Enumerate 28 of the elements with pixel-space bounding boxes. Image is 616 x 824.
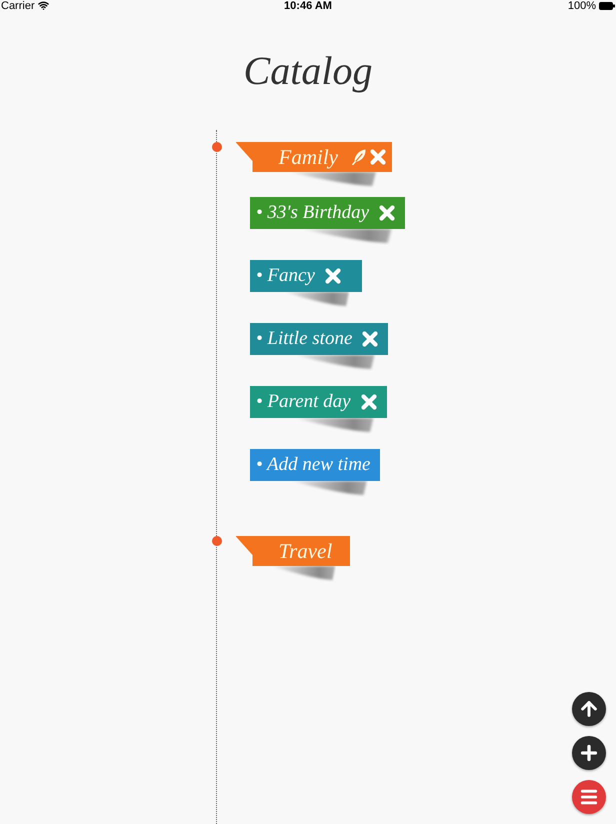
entry-tag[interactable]: • Little stone [250, 323, 388, 355]
tag-shadow [270, 566, 336, 582]
entry-tag[interactable]: • 33's Birthday [250, 197, 406, 229]
menu-button[interactable] [572, 780, 606, 814]
close-icon[interactable] [362, 331, 378, 347]
entry-tag[interactable]: • Fancy [250, 260, 362, 292]
carrier-label: Carrier [1, 0, 35, 10]
close-icon[interactable] [370, 149, 386, 165]
clock-time: 10:46 AM [284, 0, 332, 10]
scroll-top-button[interactable] [572, 692, 606, 726]
close-icon[interactable] [360, 394, 377, 410]
entry-tag[interactable]: • Parent day [250, 386, 387, 418]
timeline-dot-icon [212, 536, 222, 546]
category-tag[interactable]: Travel [236, 536, 350, 566]
category-tag[interactable]: Family [236, 142, 392, 172]
timeline-dot-icon [212, 142, 222, 152]
plus-icon [578, 742, 600, 764]
close-icon[interactable] [324, 268, 341, 284]
battery-percent: 100% [568, 0, 596, 10]
menu-icon [579, 787, 599, 807]
add-button[interactable]: • Add new time [250, 449, 380, 481]
feather-icon[interactable] [352, 149, 366, 165]
wifi-icon [38, 0, 49, 11]
close-icon[interactable] [379, 205, 396, 221]
page-title: Catalog [244, 47, 372, 95]
add-button[interactable] [572, 736, 606, 770]
battery-icon [599, 2, 615, 10]
tag-shadow [282, 292, 350, 308]
